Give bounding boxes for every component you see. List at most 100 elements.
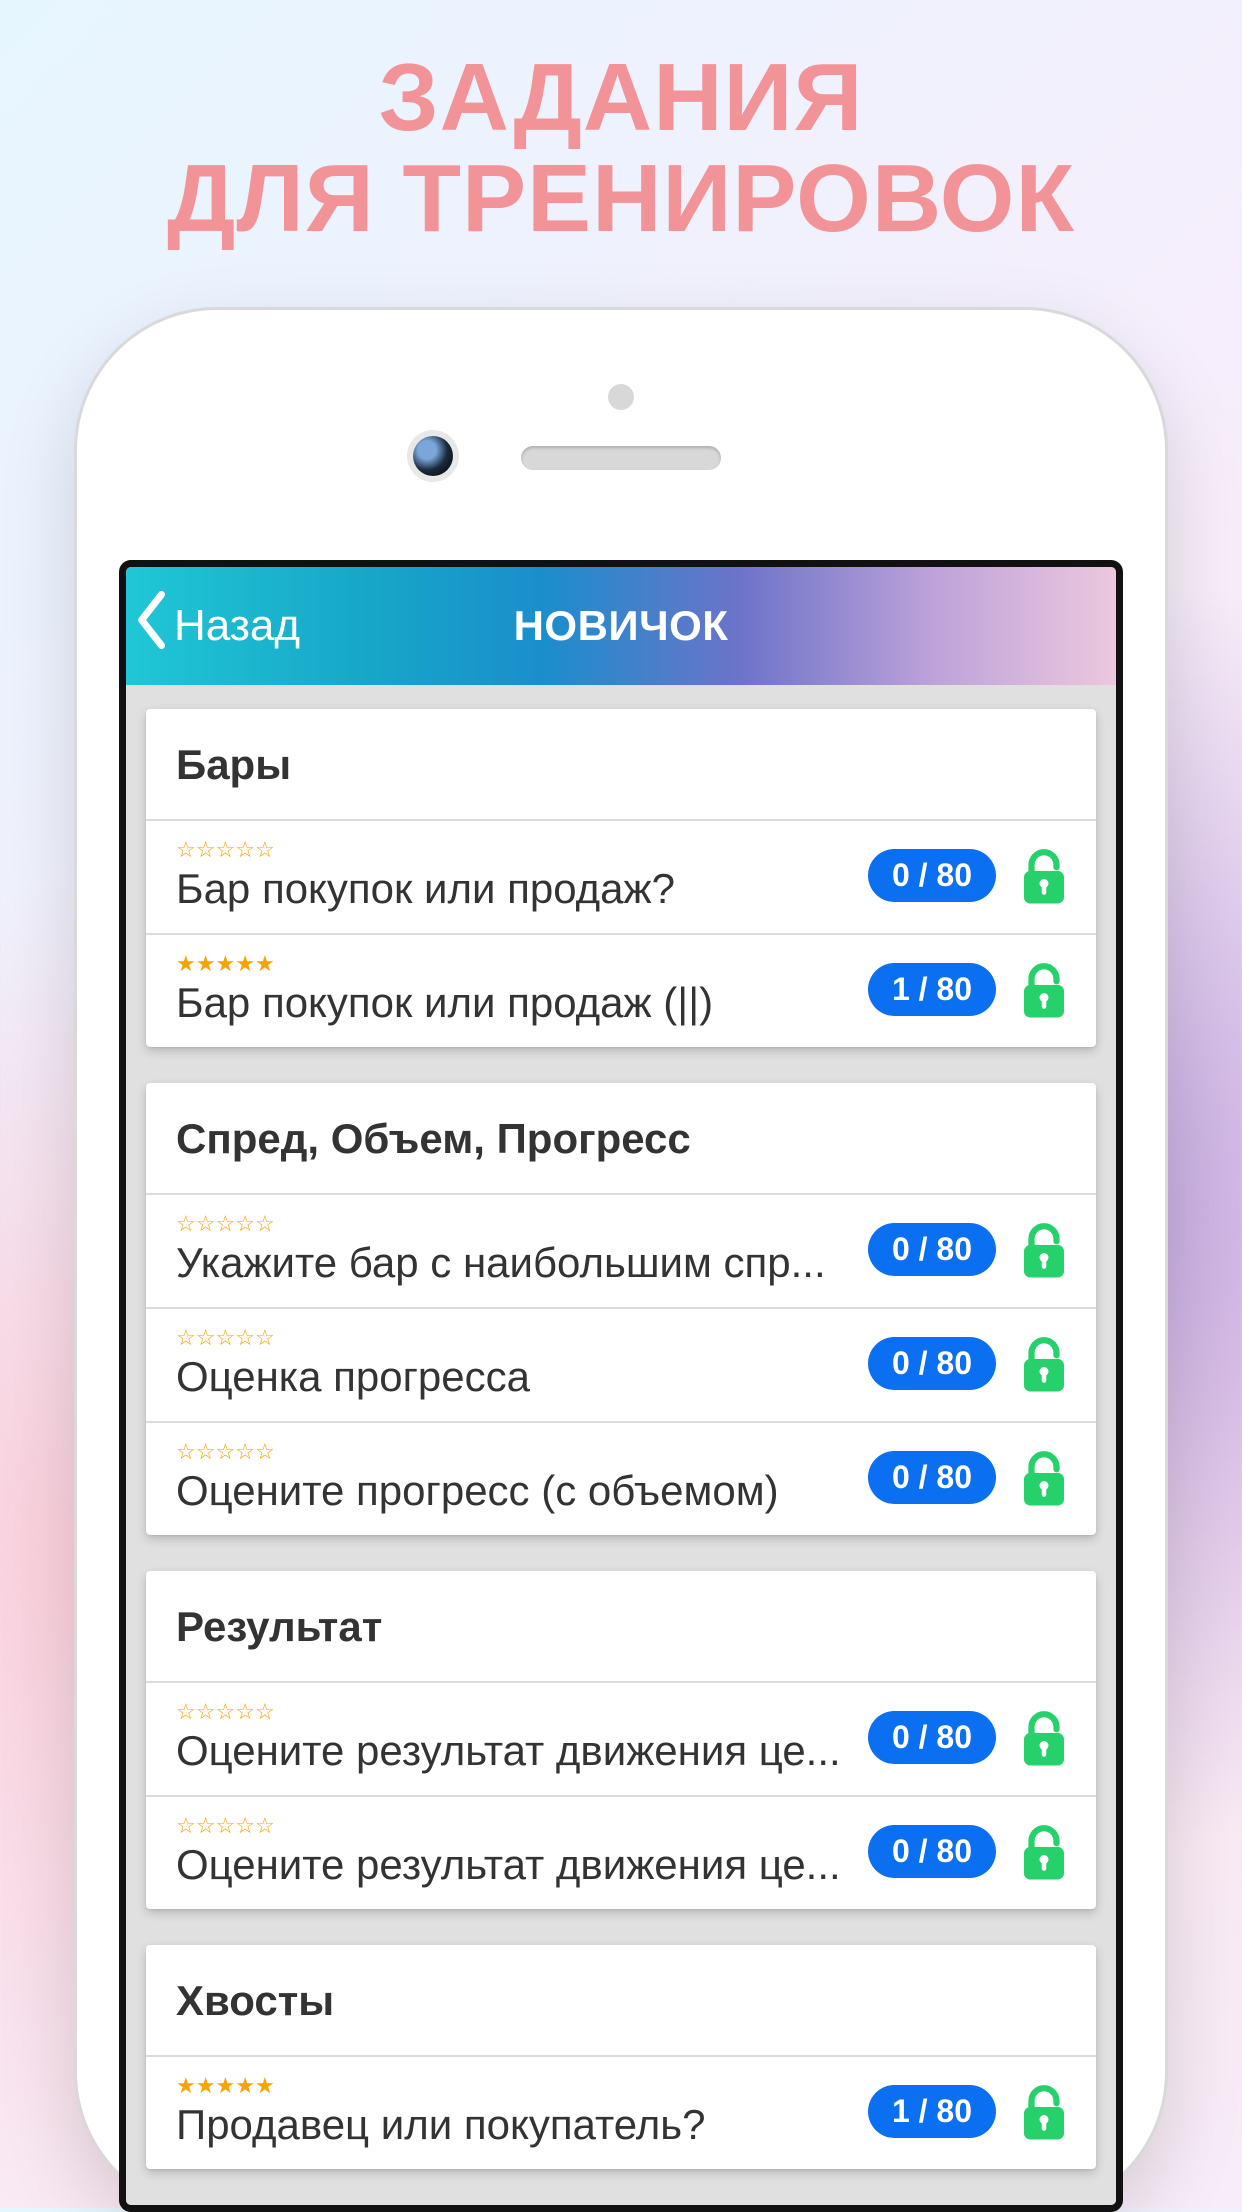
task-title: Оцените результат движения це... [176,1727,852,1775]
task-row[interactable]: ☆☆☆☆☆Оценка прогресса0 / 80 [146,1309,1096,1423]
star-icon: ☆ [255,839,275,861]
section-title: Хвосты [146,1945,1096,2057]
star-icon: ☆ [176,1327,196,1349]
progress-badge: 0 / 80 [868,1711,996,1764]
unlock-icon [1018,846,1070,906]
section-card: Хвосты ★★★★★ Продавец или покупатель? 1 / 8… [146,1945,1096,2169]
progress-badge: 0 / 80 [868,1451,996,1504]
promo-title: ЗАДАНИЯ ДЛЯ ТРЕНИРОВОК [167,48,1075,250]
task-row[interactable]: ☆☆☆☆☆ Оцените результат движения це... 0 /… [146,1683,1096,1797]
task-row[interactable]: ☆☆☆☆☆Оцените результат движения це...0 /… [146,1797,1096,1909]
star-icon: ☆ [176,1441,196,1463]
progress-badge: 0 / 80 [868,849,996,902]
star-icon: ☆ [196,839,216,861]
task-main: ☆☆☆☆☆Бар покупок или продаж? [176,839,852,913]
star-icon: ☆ [215,1815,235,1837]
progress-badge: 0 / 80 [868,1337,996,1390]
section-title: Бары [146,709,1096,821]
star-icon: ☆ [176,1213,196,1235]
task-row[interactable]: ☆☆☆☆☆Оцените прогресс (с объемом)0 / 80 [146,1423,1096,1535]
task-rating: ★★★★★ [176,2075,852,2097]
star-icon: ☆ [196,1327,216,1349]
unlock-icon [1018,1220,1070,1280]
task-row[interactable]: ☆☆☆☆☆Бар покупок или продаж? 0 / 80 [146,821,1096,935]
star-icon: ☆ [235,1213,255,1235]
star-icon: ★ [255,953,275,975]
progress-badge: 1 / 80 [868,963,996,1016]
back-label: Назад [174,601,300,651]
star-icon: ☆ [235,1441,255,1463]
star-icon: ☆ [176,1815,196,1837]
star-icon: ★ [196,2075,216,2097]
star-icon: ☆ [196,1701,216,1723]
task-row[interactable]: ☆☆☆☆☆Укажите бар с наибольшим спр...0 / … [146,1195,1096,1309]
task-title: Оцените прогресс (с объемом) [176,1467,852,1515]
unlock-icon [1018,2082,1070,2142]
star-icon: ★ [235,2075,255,2097]
star-icon: ☆ [255,1815,275,1837]
star-icon: ☆ [235,1815,255,1837]
task-main: ☆☆☆☆☆Оцените результат движения це... [176,1815,852,1889]
star-icon: ☆ [196,1441,216,1463]
task-rating: ☆☆☆☆☆ [176,839,852,861]
task-title: Укажите бар с наибольшим спр... [176,1239,852,1287]
task-main: ☆☆☆☆☆ Оцените результат движения це... [176,1701,852,1775]
progress-badge: 1 / 80 [868,2085,996,2138]
star-icon: ☆ [215,1441,235,1463]
unlock-icon [1018,1708,1070,1768]
task-main: ☆☆☆☆☆Оценка прогресса [176,1327,852,1401]
phone-screen: Назад НОВИЧОК Бары☆☆☆☆☆Бар покупок или п… [119,560,1123,2212]
task-row[interactable]: ★★★★★ Бар покупок или продаж (||) 1 / 80 [146,935,1096,1047]
task-title: Бар покупок или продаж (||) [176,979,852,1027]
star-icon: ☆ [215,1213,235,1235]
task-main: ★★★★★ Продавец или покупатель? [176,2075,852,2149]
task-rating: ☆☆☆☆☆ [176,1213,852,1235]
section-card: Спред, Объем, Прогресс☆☆☆☆☆Укажите бар с… [146,1083,1096,1535]
task-rating: ☆☆☆☆☆ [176,1815,852,1837]
star-icon: ★ [176,953,196,975]
task-rating: ☆☆☆☆☆ [176,1701,852,1723]
star-icon: ☆ [255,1441,275,1463]
promo-line-2: ДЛЯ ТРЕНИРОВОК [167,149,1075,250]
unlock-icon [1018,1334,1070,1394]
star-icon: ☆ [176,1701,196,1723]
task-rating: ☆☆☆☆☆ [176,1327,852,1349]
task-rating: ☆☆☆☆☆ [176,1441,852,1463]
task-row[interactable]: ★★★★★ Продавец или покупатель? 1 / 80 [146,2057,1096,2169]
chevron-left-icon [136,591,170,660]
task-main: ☆☆☆☆☆Оцените прогресс (с объемом) [176,1441,852,1515]
star-icon: ☆ [255,1327,275,1349]
section-card: Бары☆☆☆☆☆Бар покупок или продаж?0 / 80★★… [146,709,1096,1047]
star-icon: ☆ [196,1213,216,1235]
phone-frame: Назад НОВИЧОК Бары☆☆☆☆☆Бар покупок или п… [77,310,1165,2212]
star-icon: ★ [215,2075,235,2097]
star-icon: ★ [235,953,255,975]
navbar: Назад НОВИЧОК [126,567,1116,685]
unlock-icon [1018,960,1070,1020]
star-icon: ☆ [235,839,255,861]
star-icon: ☆ [215,1327,235,1349]
task-main: ★★★★★ Бар покупок или продаж (||) [176,953,852,1027]
star-icon: ★ [196,953,216,975]
star-icon: ☆ [215,1701,235,1723]
star-icon: ☆ [196,1815,216,1837]
phone-sensor-dot [608,384,634,410]
star-icon: ★ [176,2075,196,2097]
section-title: Спред, Объем, Прогресс [146,1083,1096,1195]
star-icon: ☆ [215,839,235,861]
section-card: Результат☆☆☆☆☆Оцените результат движения… [146,1571,1096,1909]
task-title: Оценка прогресса [176,1353,852,1401]
task-title: Оцените результат движения це... [176,1841,852,1889]
progress-badge: 0 / 80 [868,1223,996,1276]
back-button[interactable]: Назад [136,591,300,660]
unlock-icon [1018,1822,1070,1882]
star-icon: ☆ [255,1213,275,1235]
task-list[interactable]: Бары☆☆☆☆☆Бар покупок или продаж?0 / 80★★… [126,685,1116,2205]
progress-badge: 0 / 80 [868,1825,996,1878]
task-title: Продавец или покупатель? [176,2101,852,2149]
star-icon: ☆ [235,1327,255,1349]
star-icon: ☆ [176,839,196,861]
task-main: ☆☆☆☆☆Укажите бар с наибольшим спр... [176,1213,852,1287]
star-icon: ☆ [235,1701,255,1723]
task-rating: ★★★★★ [176,953,852,975]
